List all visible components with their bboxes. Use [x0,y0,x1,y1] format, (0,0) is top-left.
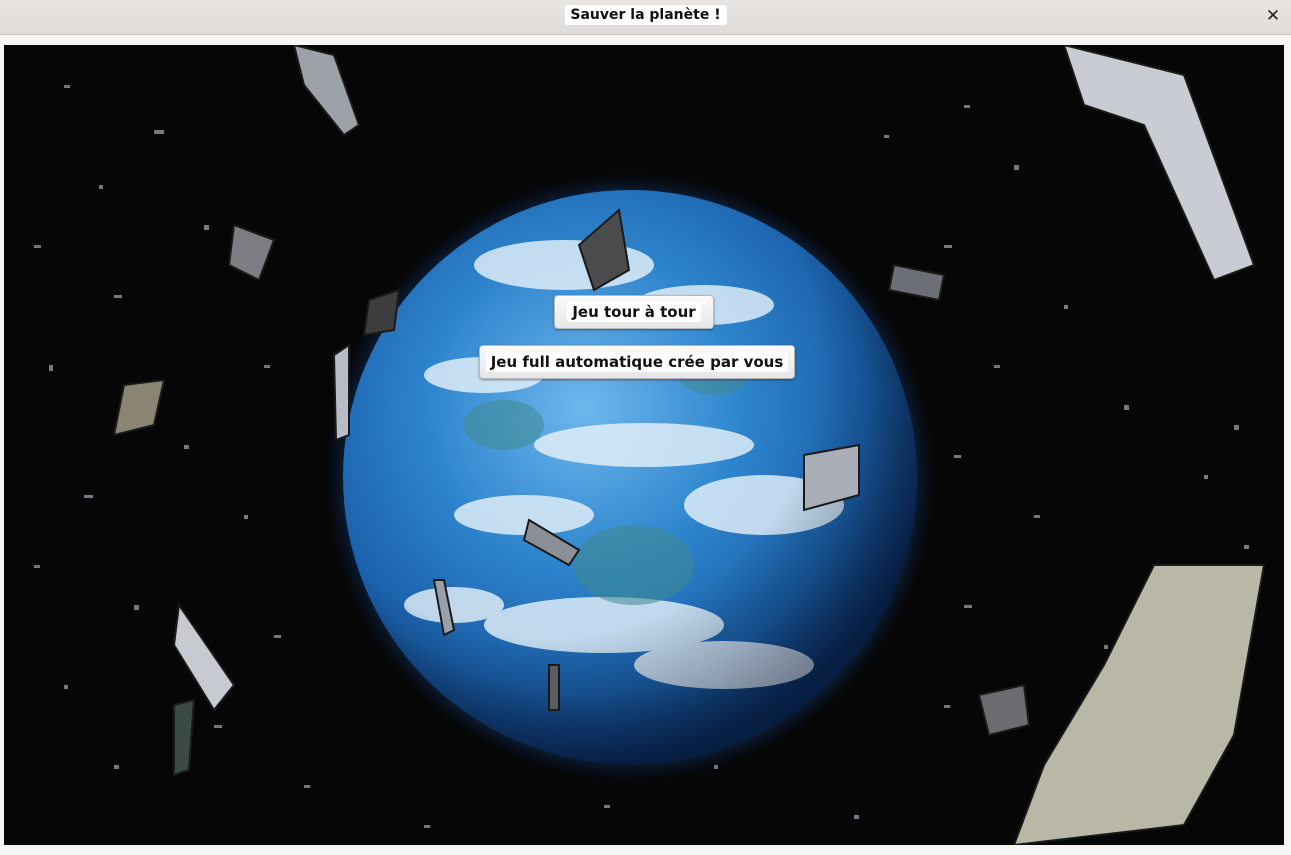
game-canvas: Jeu tour à tour Jeu full automatique cré… [4,45,1284,845]
title-bar: Sauver la planète ! ✕ [0,0,1291,35]
close-icon[interactable]: ✕ [1263,6,1283,26]
automatic-game-label: Jeu full automatique crée par vous [485,352,789,372]
turn-based-game-button[interactable]: Jeu tour à tour [554,295,714,329]
automatic-game-button[interactable]: Jeu full automatique crée par vous [479,345,795,379]
window-title: Sauver la planète ! [564,5,727,25]
turn-based-game-label: Jeu tour à tour [567,302,701,322]
space-scene [34,45,1266,845]
